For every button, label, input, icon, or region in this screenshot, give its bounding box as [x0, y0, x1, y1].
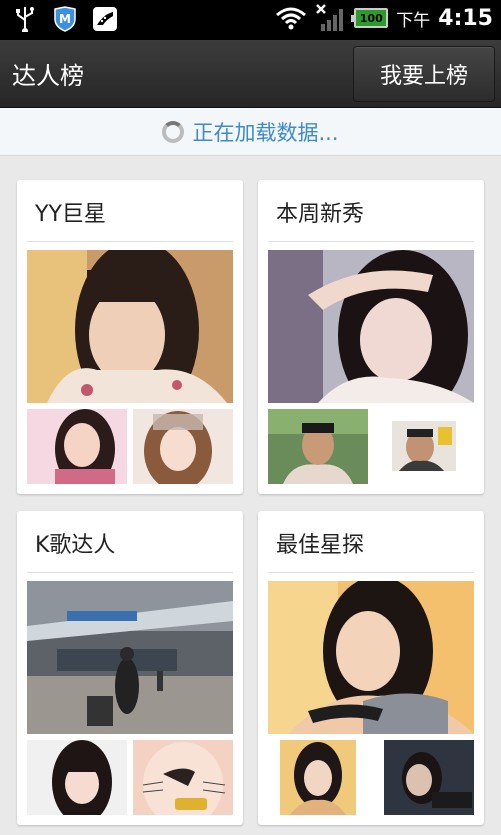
svg-text:M: M [59, 12, 71, 26]
wifi-icon [274, 5, 308, 31]
loading-text: 正在加载数据... [192, 120, 339, 145]
main-photo[interactable] [268, 581, 474, 734]
thumbnail-photo[interactable] [374, 740, 474, 815]
thumbnail-photo[interactable] [133, 409, 233, 484]
status-bar: M 100 下午 4:15 [0, 0, 501, 40]
thumbnail-photo[interactable] [133, 740, 233, 815]
app-header: 达人榜 我要上榜 [0, 40, 501, 108]
clock-ampm: 下午 [396, 10, 431, 31]
thumbnail-photo[interactable] [268, 409, 368, 484]
card-title: K歌达人 [35, 533, 116, 558]
loading-bar: 正在加载数据... [0, 108, 501, 156]
page-title: 达人榜 [12, 62, 84, 90]
ranking-card-weekly-newcomer[interactable]: 本周新秀 [258, 180, 484, 494]
main-photo[interactable] [27, 581, 233, 734]
ranking-card-karaoke-star[interactable]: K歌达人 [17, 511, 243, 825]
main-photo[interactable] [268, 250, 474, 403]
signal-off-icon [316, 4, 346, 32]
ranking-card-yy-star[interactable]: YY巨星 [17, 180, 243, 494]
thumbnail-photo[interactable] [27, 409, 127, 484]
divider [27, 241, 233, 242]
card-title: 本周新秀 [276, 202, 365, 227]
shoe-app-icon [92, 6, 118, 32]
join-ranking-button[interactable]: 我要上榜 [353, 46, 495, 102]
battery-icon: 100 [351, 8, 389, 28]
usb-icon [12, 6, 38, 32]
loading-spinner-icon [162, 120, 185, 143]
main-photo[interactable] [27, 250, 233, 403]
divider [268, 572, 474, 573]
thumbnail-photo[interactable] [27, 740, 127, 815]
thumbnail-photo[interactable] [268, 740, 368, 815]
card-title: 最佳星探 [276, 533, 365, 558]
ranking-card-best-scout[interactable]: 最佳星探 [258, 511, 484, 825]
clock-time: 4:15 [438, 5, 493, 31]
card-title: YY巨星 [35, 202, 106, 227]
divider [27, 572, 233, 573]
shield-icon: M [52, 6, 78, 32]
thumbnail-photo[interactable] [374, 409, 474, 484]
divider [268, 241, 474, 242]
